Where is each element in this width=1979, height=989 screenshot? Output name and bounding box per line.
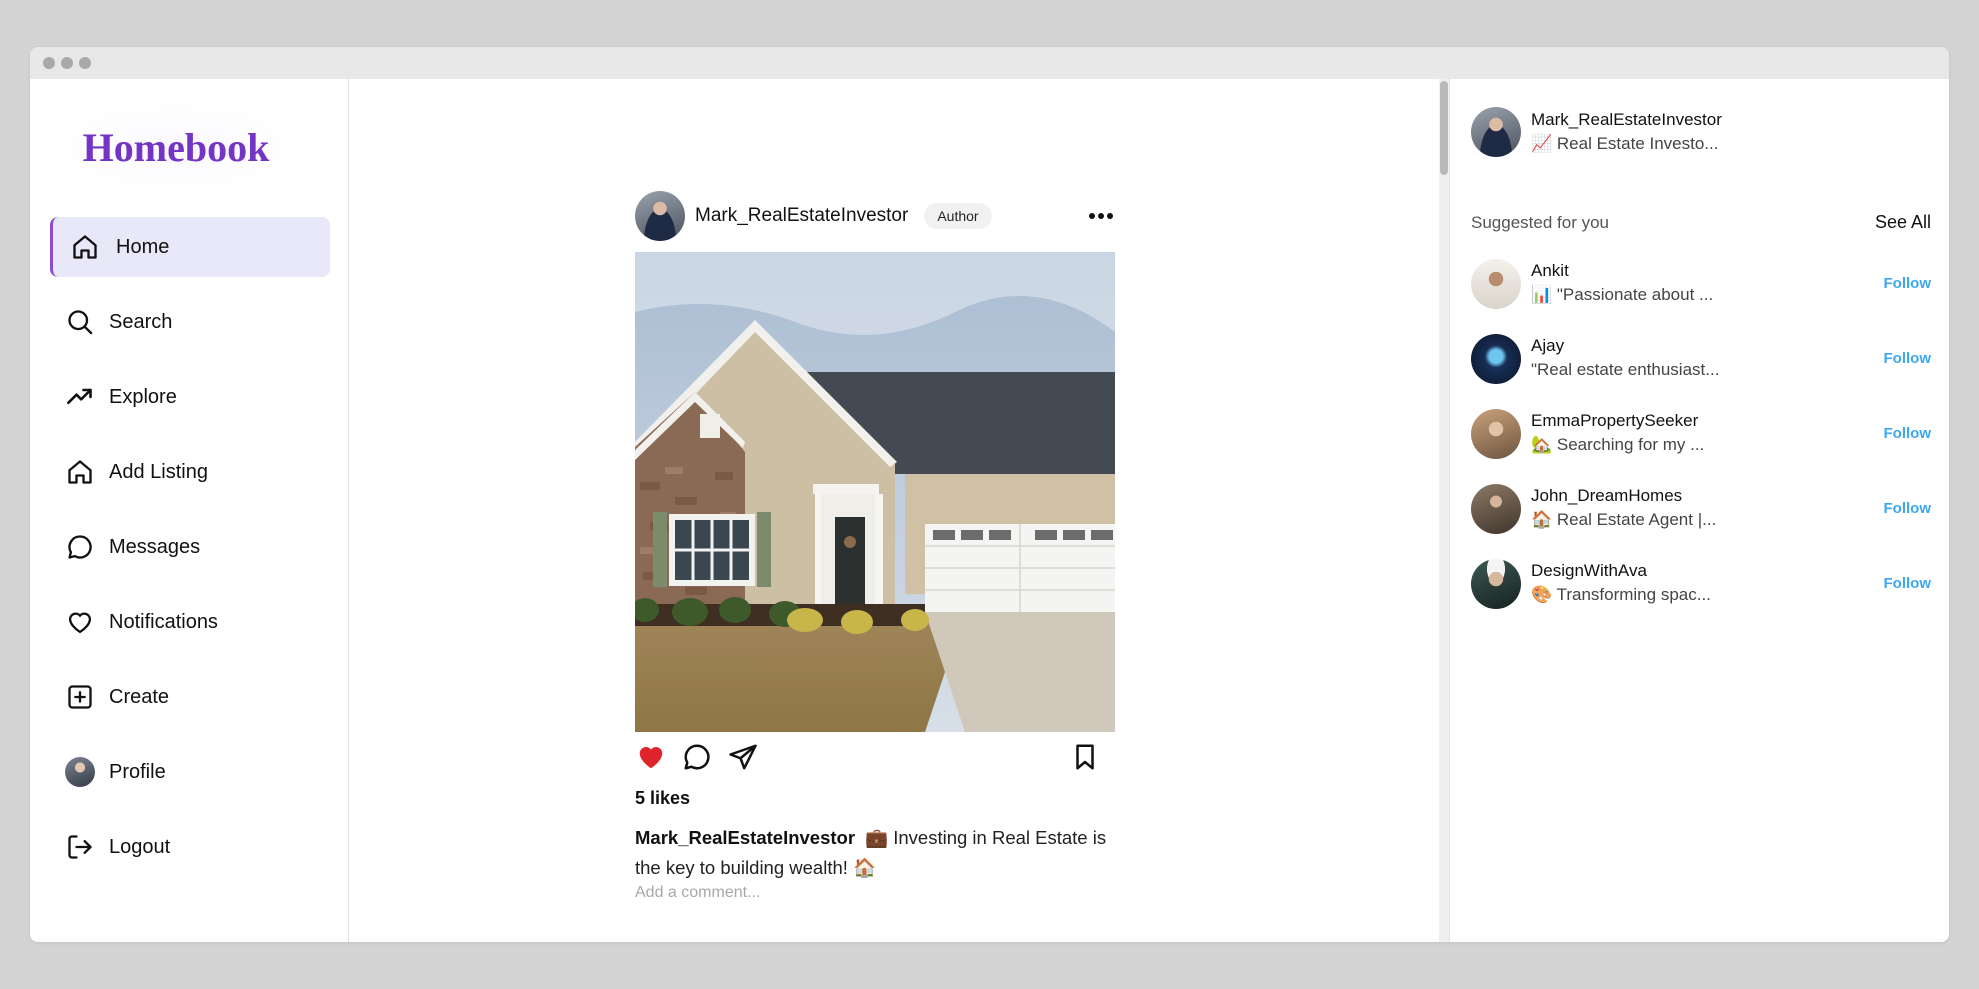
sidebar-item-label: Messages — [109, 535, 201, 558]
share-icon[interactable] — [727, 741, 759, 773]
suggestion-name[interactable]: Ajay — [1531, 336, 1719, 356]
profile-avatar — [65, 757, 95, 787]
post-image[interactable] — [635, 252, 1115, 732]
follow-button[interactable]: Follow — [1884, 575, 1932, 592]
heart-icon — [65, 607, 95, 637]
browser-window: Homebook Home Search Explore Add Listing… — [30, 47, 1949, 942]
house-plus-icon — [65, 457, 95, 487]
caption-username[interactable]: Mark_RealEstateInvestor — [635, 827, 855, 848]
avatar[interactable] — [1471, 484, 1521, 534]
trending-icon — [65, 382, 95, 412]
sidebar-item-label: Add Listing — [109, 460, 208, 483]
house-photo — [635, 252, 1115, 732]
add-comment-input[interactable]: Add a comment... — [635, 884, 1115, 902]
suggestions-header: Suggested for you See All — [1471, 212, 1931, 233]
author-badge: Author — [924, 203, 992, 229]
current-user[interactable]: Mark_RealEstateInvestor 📈 Real Estate In… — [1471, 107, 1722, 157]
follow-button[interactable]: Follow — [1884, 350, 1932, 367]
like-heart-icon[interactable] — [635, 741, 667, 773]
suggestions-title: Suggested for you — [1471, 212, 1609, 232]
list-item: DesignWithAva 🎨 Transforming spac... Foll… — [1471, 559, 1931, 634]
avatar[interactable] — [1471, 334, 1521, 384]
bookmark-icon[interactable] — [1069, 741, 1101, 773]
sidebar-item-messages[interactable]: Messages — [50, 517, 330, 577]
suggestion-bio: "Real estate enthusiast... — [1531, 360, 1720, 379]
avatar[interactable] — [1471, 559, 1521, 609]
list-item: John_DreamHomes 🏠 Real Estate Agent |... … — [1471, 484, 1931, 559]
app-title: Homebook — [82, 124, 270, 170]
post-card: Mark_RealEstateInvestor Author 5 likes M… — [635, 191, 1115, 902]
suggestion-name[interactable]: DesignWithAva — [1531, 561, 1711, 581]
sidebar-item-create[interactable]: Create — [50, 667, 330, 727]
sidebar-item-label: Notifications — [109, 610, 218, 633]
sidebar-item-home[interactable]: Home — [50, 217, 330, 277]
likes-count[interactable]: 5 likes — [635, 788, 1115, 809]
avatar[interactable] — [1471, 259, 1521, 309]
list-item: EmmaPropertySeeker 🏡 Searching for my ...… — [1471, 409, 1931, 484]
suggestion-bio: 🏠 Real Estate Agent |... — [1531, 510, 1717, 529]
post-header: Mark_RealEstateInvestor Author — [635, 191, 1115, 241]
sidebar-item-label: Home — [116, 235, 170, 258]
sidebar-item-notifications[interactable]: Notifications — [50, 592, 330, 652]
window-titlebar — [30, 47, 1949, 79]
app-logo[interactable]: Homebook — [50, 103, 302, 191]
comment-icon[interactable] — [681, 741, 713, 773]
sidebar-item-label: Profile — [109, 760, 166, 783]
follow-button[interactable]: Follow — [1884, 500, 1932, 517]
suggestion-name[interactable]: John_DreamHomes — [1531, 486, 1716, 506]
sidebar: Homebook Home Search Explore Add Listing… — [30, 79, 349, 942]
suggestions-list: Ankit 📊 "Passionate about ... Follow Ajay… — [1471, 259, 1931, 634]
avatar — [1471, 107, 1521, 157]
message-icon — [65, 532, 95, 562]
sidebar-item-explore[interactable]: Explore — [50, 367, 330, 427]
sidebar-item-add-listing[interactable]: Add Listing — [50, 442, 330, 502]
post-caption: Mark_RealEstateInvestor 💼 Investing in Re… — [635, 823, 1115, 883]
sidebar-item-label: Explore — [109, 385, 177, 408]
window-dot — [61, 57, 73, 69]
feed-scrollbar[interactable] — [1439, 79, 1450, 942]
list-item: Ankit 📊 "Passionate about ... Follow — [1471, 259, 1931, 334]
follow-button[interactable]: Follow — [1884, 425, 1932, 442]
avatar[interactable] — [1471, 409, 1521, 459]
scrollbar-thumb[interactable] — [1440, 81, 1448, 175]
suggestion-bio: 🏡 Searching for my ... — [1531, 435, 1705, 454]
sidebar-item-logout[interactable]: Logout — [50, 817, 330, 877]
suggestion-bio: 📊 "Passionate about ... — [1531, 285, 1714, 304]
sidebar-item-label: Logout — [109, 835, 171, 858]
current-user-bio: 📈 Real Estate Investo... — [1531, 134, 1719, 153]
follow-button[interactable]: Follow — [1884, 275, 1932, 292]
logout-icon — [65, 832, 95, 862]
window-dot — [43, 57, 55, 69]
more-options-icon[interactable] — [1087, 204, 1115, 228]
see-all-link[interactable]: See All — [1875, 212, 1931, 233]
sidebar-item-label: Create — [109, 685, 170, 708]
window-dot — [79, 57, 91, 69]
suggestion-name[interactable]: Ankit — [1531, 261, 1713, 281]
plus-square-icon — [65, 682, 95, 712]
suggestion-bio: 🎨 Transforming spac... — [1531, 585, 1711, 604]
search-icon — [65, 307, 95, 337]
sidebar-item-label: Search — [109, 310, 173, 333]
right-panel: Mark_RealEstateInvestor 📈 Real Estate In… — [1451, 79, 1949, 942]
suggestion-name[interactable]: EmmaPropertySeeker — [1531, 411, 1704, 431]
home-icon — [70, 232, 100, 262]
feed: Mark_RealEstateInvestor Author 5 likes M… — [350, 79, 1440, 942]
current-user-name: Mark_RealEstateInvestor — [1531, 110, 1722, 129]
sidebar-nav: Home Search Explore Add Listing Messages… — [50, 217, 330, 892]
sidebar-item-search[interactable]: Search — [50, 292, 330, 352]
post-username[interactable]: Mark_RealEstateInvestor — [695, 205, 908, 227]
sidebar-item-profile[interactable]: Profile — [50, 742, 330, 802]
avatar[interactable] — [635, 191, 685, 241]
post-actions — [635, 732, 1115, 782]
list-item: Ajay "Real estate enthusiast... Follow — [1471, 334, 1931, 409]
